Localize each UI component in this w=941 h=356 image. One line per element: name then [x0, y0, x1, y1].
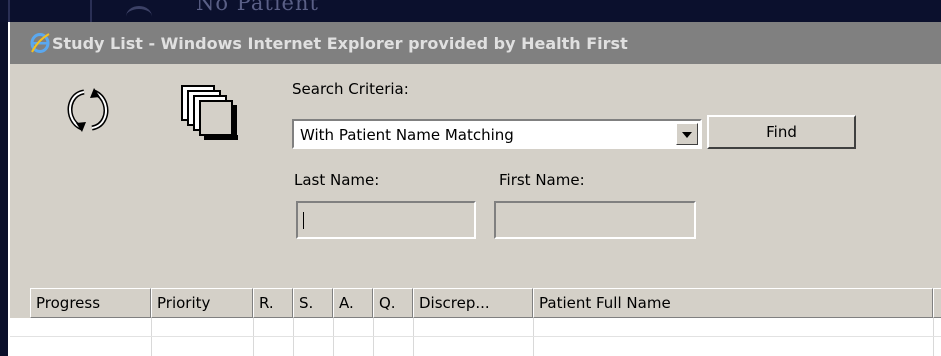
search-toolbar: [10, 64, 941, 286]
grid-line: [373, 318, 374, 356]
search-criteria-select[interactable]: With Patient Name Matching: [292, 119, 702, 149]
background-text: No Patient: [196, 0, 319, 15]
grid-line: [293, 318, 294, 356]
internet-explorer-icon: [30, 33, 50, 53]
text-caret: [303, 212, 304, 229]
background-divider: [90, 0, 92, 22]
grid-line: [253, 318, 254, 356]
background-window-edge: [0, 22, 8, 356]
last-name-label: Last Name:: [294, 171, 380, 189]
background-divider: [8, 0, 10, 22]
grid-line: [533, 318, 534, 356]
column-header-a[interactable]: A.: [333, 288, 373, 318]
search-criteria-label: Search Criteria:: [292, 80, 409, 98]
study-list-window: Study List - Windows Internet Explorer p…: [8, 22, 941, 356]
column-header-q[interactable]: Q.: [373, 288, 413, 318]
column-header-priority[interactable]: Priority: [151, 288, 253, 318]
grid-line: [413, 318, 414, 356]
refresh-icon[interactable]: [62, 84, 114, 136]
grid-line: [333, 318, 334, 356]
column-header-r[interactable]: R.: [253, 288, 293, 318]
table-row[interactable]: [10, 336, 941, 337]
column-header-s[interactable]: S.: [293, 288, 333, 318]
find-button[interactable]: Find: [707, 115, 856, 149]
column-header-next[interactable]: [933, 288, 941, 318]
column-header-progress[interactable]: Progress: [30, 288, 151, 318]
chevron-down-icon[interactable]: [676, 123, 698, 145]
background-window: No Patient: [0, 0, 941, 22]
first-name-input[interactable]: [494, 201, 696, 239]
grid-line: [933, 318, 934, 356]
first-name-label: First Name:: [499, 171, 585, 189]
grid-line: [151, 318, 152, 356]
study-list-grid[interactable]: [10, 318, 941, 356]
window-title: Study List - Windows Internet Explorer p…: [52, 34, 628, 53]
title-bar[interactable]: Study List - Windows Internet Explorer p…: [10, 22, 941, 64]
column-header-discrepancy[interactable]: Discrep...: [413, 288, 533, 318]
study-list-header: Progress Priority R. S. A. Q. Discrep...…: [10, 288, 941, 318]
last-name-input[interactable]: [296, 201, 476, 239]
search-criteria-value: With Patient Name Matching: [300, 126, 514, 144]
stacked-documents-icon[interactable]: [178, 82, 246, 142]
column-header-patient-full-name[interactable]: Patient Full Name: [533, 288, 933, 318]
